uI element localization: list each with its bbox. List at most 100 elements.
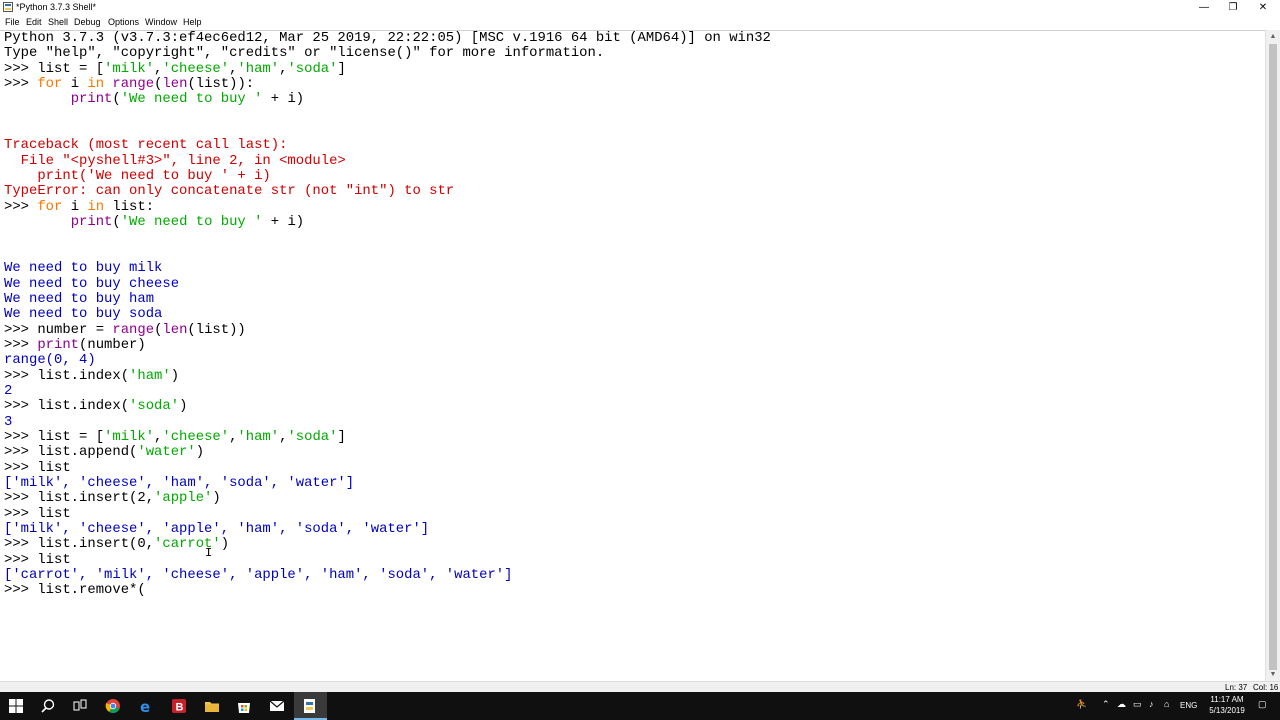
edge-icon[interactable]: e — [130, 692, 163, 720]
shell-line: >>> list — [4, 505, 771, 522]
scrollbar-thumb[interactable] — [1269, 44, 1277, 670]
chevron-up-icon[interactable]: ⌃ — [1102, 699, 1110, 710]
display-icon[interactable]: ▭ — [1133, 699, 1142, 710]
shell-line: print('We need to buy ' + i) — [4, 92, 771, 107]
svg-text:e: e — [140, 698, 150, 714]
shell-line: File "<pyshell#3>", line 2, in <module> — [4, 152, 771, 169]
shell-text-segment: >>> list.append( — [4, 444, 138, 461]
volume-icon[interactable]: ♪ — [1149, 699, 1154, 709]
shell-text-segment: in — [87, 198, 105, 215]
shell-text-segment: >>> list.index( — [4, 367, 130, 384]
shell-text-segment: TypeError: can only concatenate str (not… — [4, 183, 455, 200]
shell-text-segment: ['milk', 'cheese', 'apple', 'ham', 'soda… — [4, 521, 430, 537]
windows-taskbar: e B ⛹ ⌃ ☁ ▭ ♪ ⌂ ENG 11:17 AM 5/13/2019 ▢ — [0, 692, 1280, 720]
network-icon[interactable]: ⌂ — [1164, 699, 1169, 709]
scroll-up-icon[interactable]: ▲ — [1266, 30, 1280, 43]
shell-line: Traceback (most recent call last): — [4, 138, 771, 153]
shell-text-segment: (list)): — [187, 76, 255, 93]
windows-start-icon[interactable] — [0, 692, 33, 720]
shell-text-segment: ['milk', 'cheese', 'ham', 'soda', 'water… — [4, 474, 355, 491]
shell-text-segment: range — [112, 76, 155, 93]
shell-line: >>> list.insert(2,'apple') — [4, 491, 771, 506]
idle-python-icon[interactable] — [294, 692, 327, 720]
shell-line: >>> list — [4, 552, 771, 568]
svg-text:B: B — [176, 702, 184, 714]
clock-date[interactable]: 5/13/2019 — [1204, 706, 1250, 716]
shell-text-segment: 'ham' — [129, 367, 171, 384]
shell-text-segment: Python 3.7.3 (v3.7.3:ef4ec6ed12, Mar 25 … — [4, 30, 771, 46]
shell-text-segment: (number) — [79, 336, 146, 353]
maximize-button[interactable]: ❐ — [1216, 0, 1250, 15]
column-number: Col: 16 — [1253, 683, 1279, 692]
shell-text-segment: print('We need to buy ' + i) — [4, 168, 271, 185]
menu-help[interactable]: Help — [183, 17, 202, 28]
shell-text-segment: We need to buy milk — [4, 260, 163, 277]
file-explorer-icon[interactable] — [196, 692, 229, 720]
shell-line: >>> list.remove*( — [4, 583, 771, 598]
shell-text-segment: list: — [104, 198, 155, 215]
shell-text-segment: ) — [212, 490, 221, 507]
vertical-scrollbar[interactable]: ▲ ▼ — [1265, 30, 1280, 681]
shell-text-segment: File "<pyshell#3>", line 2, in <module> — [4, 152, 346, 169]
shell-line: >>> list.insert(0,'carrot') — [4, 537, 771, 552]
shell-text-segment: range — [112, 321, 155, 338]
task-view-icon[interactable] — [64, 692, 97, 720]
shell-text-area[interactable]: Python 3.7.3 (v3.7.3:ef4ec6ed12, Mar 25 … — [0, 30, 1266, 682]
shell-text-segment: len — [162, 321, 188, 338]
shell-line: 3 — [4, 414, 771, 430]
line-number: Ln: 37 — [1225, 683, 1248, 692]
shell-text-segment: ] — [337, 428, 346, 445]
shell-text-segment: ( — [112, 91, 121, 108]
shell-text-segment: 'soda' — [287, 428, 338, 445]
shell-line: >>> list.index('soda') — [4, 399, 771, 414]
clock-time[interactable]: 11:17 AM — [1204, 695, 1250, 705]
shell-text-segment: 'cheese' — [162, 60, 230, 77]
menu-shell[interactable]: Shell — [48, 17, 68, 28]
shell-text-segment: 'We need to buy ' — [120, 91, 263, 108]
search-icon[interactable] — [32, 692, 65, 720]
shell-text-segment: 'cheese' — [162, 428, 230, 445]
people-icon[interactable]: ⛹ — [1076, 699, 1087, 710]
shell-text-segment: i — [62, 198, 88, 215]
cloud-icon[interactable]: ☁ — [1117, 699, 1126, 710]
shell-text-segment — [4, 214, 71, 230]
shell-line: >>> list.append('water') — [4, 445, 771, 460]
scroll-down-icon[interactable]: ▼ — [1266, 668, 1280, 681]
shell-text-segment: 'water' — [137, 444, 196, 461]
shell-text-segment: ] — [337, 60, 346, 77]
shell-text-segment: ) — [179, 398, 188, 415]
menu-window[interactable]: Window — [145, 17, 177, 28]
shell-text-segment: We need to buy ham — [4, 290, 155, 307]
shell-text-segment: ( — [112, 214, 121, 231]
close-button[interactable]: ✕ — [1246, 0, 1280, 15]
shell-text-segment — [4, 91, 71, 107]
shell-text-segment: print — [70, 91, 113, 108]
shell-text-segment: 'ham' — [237, 428, 280, 445]
shell-text-segment: i — [62, 76, 88, 93]
shell-text-segment: 'We need to buy ' — [120, 214, 263, 231]
shell-text-segment: ) — [170, 367, 180, 384]
shell-text-segment: >>> list — [4, 459, 71, 476]
shell-line: We need to buy milk — [4, 260, 771, 277]
shell-text-segment: 2 — [4, 382, 13, 399]
shell-text-segment: in — [87, 76, 105, 93]
menu-debug[interactable]: Debug — [74, 17, 101, 28]
shell-text-segment: + i) — [262, 91, 305, 108]
menu-file[interactable]: File — [5, 17, 20, 28]
shell-text-segment: ['carrot', 'milk', 'cheese', 'apple', 'h… — [4, 567, 513, 584]
notification-icon[interactable]: ▢ — [1258, 699, 1267, 710]
chrome-icon[interactable] — [97, 692, 130, 720]
menu-options[interactable]: Options — [108, 17, 139, 28]
menu-edit[interactable]: Edit — [26, 17, 42, 28]
mail-icon[interactable] — [261, 692, 294, 720]
shell-text-segment: >>> — [4, 76, 38, 93]
shell-text-segment: range(0, 4) — [4, 352, 96, 369]
language-indicator[interactable]: ENG — [1180, 701, 1197, 710]
shell-line: ['milk', 'cheese', 'apple', 'ham', 'soda… — [4, 521, 771, 537]
shell-text-segment: >>> list — [4, 505, 71, 522]
b-app-icon[interactable]: B — [163, 692, 196, 720]
store-icon[interactable] — [228, 692, 261, 720]
